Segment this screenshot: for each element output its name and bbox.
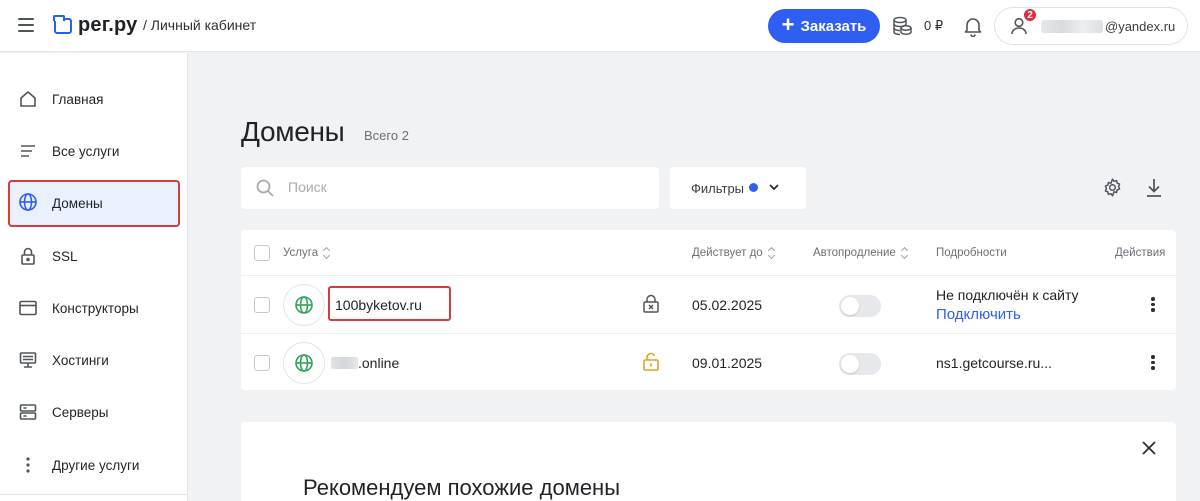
column-valid-until[interactable]: Действует до	[692, 247, 776, 259]
column-autorenew[interactable]: Автопродление	[813, 247, 909, 259]
notification-badge: 2	[1023, 8, 1037, 22]
top-header: рег.ру / Личный кабинет + Заказать 0 ₽ 2…	[0, 0, 1200, 52]
unlocked-icon[interactable]	[642, 352, 660, 372]
logo[interactable]: рег.ру	[53, 14, 138, 37]
chevron-down-icon	[769, 184, 779, 191]
column-label: Действия	[1115, 247, 1166, 259]
blurred-domain-prefix	[331, 357, 358, 369]
domain-avatar	[283, 284, 325, 326]
order-button-label: Заказать	[800, 17, 867, 35]
sidebar-item-other-services[interactable]: Другие услуги	[8, 443, 180, 487]
column-details: Подробности	[936, 247, 1007, 259]
account-email: @yandex.ru	[1105, 19, 1176, 34]
logo-text: рег.ру	[78, 14, 138, 36]
sidebar-item-label: Серверы	[52, 404, 109, 420]
home-icon	[20, 91, 36, 107]
row-checkbox[interactable]	[254, 297, 270, 313]
globe-icon	[19, 193, 37, 211]
close-icon[interactable]	[1142, 441, 1156, 455]
sidebar-item-home[interactable]: Главная	[8, 77, 180, 121]
globe-icon	[295, 354, 313, 372]
sidebar-item-label: Другие услуги	[52, 457, 140, 473]
logo-folder-icon	[53, 14, 72, 34]
sidebar-item-servers[interactable]: Серверы	[8, 390, 180, 434]
account-menu[interactable]: 2 @yandex.ru	[994, 7, 1188, 45]
bell-icon[interactable]	[962, 15, 984, 37]
sidebar-item-label: SSL	[52, 248, 78, 264]
valid-until-date: 05.02.2025	[692, 297, 763, 313]
sidebar: Главная Все услуги Домены SSL Конструкто…	[0, 53, 188, 501]
sidebar-item-label: Главная	[52, 91, 104, 107]
breadcrumb: / Личный кабинет	[143, 17, 257, 33]
order-button[interactable]: + Заказать	[768, 9, 880, 43]
recommendation-title: Рекомендуем похожие домены	[303, 475, 621, 500]
domains-count: Всего 2	[364, 128, 409, 143]
globe-icon	[295, 296, 313, 314]
balance-amount[interactable]: 0 ₽	[924, 18, 943, 34]
details-text: Не подключён к сайту	[936, 287, 1079, 303]
table-row[interactable]: .online 09.01.2025 ns1.getcourse.ru...	[241, 335, 1176, 392]
download-icon[interactable]	[1145, 177, 1163, 198]
domain-avatar	[283, 342, 325, 384]
page-title: Домены	[241, 116, 345, 147]
sidebar-item-ssl[interactable]: SSL	[8, 234, 180, 278]
domain-name[interactable]: .online	[358, 355, 399, 371]
menu-burger-icon[interactable]	[18, 18, 34, 32]
blurred-email-prefix	[1041, 20, 1103, 33]
sidebar-item-domains[interactable]: Домены	[8, 180, 180, 227]
column-service[interactable]: Услуга	[283, 247, 331, 259]
server-icon	[19, 404, 37, 420]
more-actions-icon[interactable]	[1149, 355, 1157, 371]
sidebar-item-label: Хостинги	[52, 352, 109, 368]
search-icon	[256, 179, 274, 197]
more-actions-icon[interactable]	[1149, 297, 1157, 313]
connect-link[interactable]: Подключить	[936, 306, 1021, 323]
sidebar-item-all-services[interactable]: Все услуги	[8, 129, 180, 173]
more-vertical-icon	[26, 457, 30, 473]
filters-dropdown[interactable]: Фильтры	[670, 167, 806, 209]
table-header: Услуга Действует до Автопродление Подроб…	[241, 230, 1176, 276]
list-icon	[21, 145, 35, 157]
sidebar-item-label: Домены	[52, 196, 103, 211]
column-label: Подробности	[936, 247, 1007, 259]
search-box[interactable]: Поиск	[241, 167, 659, 209]
autorenew-toggle[interactable]	[839, 353, 881, 375]
search-input[interactable]: Поиск	[288, 179, 327, 195]
domains-table: Услуга Действует до Автопродление Подроб…	[241, 230, 1176, 390]
row-checkbox[interactable]	[254, 355, 270, 371]
monitor-icon	[19, 352, 37, 368]
sidebar-item-label: Конструкторы	[52, 300, 139, 316]
sort-icon	[323, 247, 331, 259]
recommendation-panel: Рекомендуем похожие домены	[241, 422, 1176, 501]
column-label: Услуга	[283, 247, 319, 259]
sort-icon	[901, 247, 909, 259]
column-label: Автопродление	[813, 247, 896, 259]
highlight-box	[328, 286, 451, 321]
valid-until-date: 09.01.2025	[692, 355, 763, 371]
sort-icon	[768, 247, 776, 259]
lock-icon	[21, 247, 35, 265]
details-text: ns1.getcourse.ru...	[936, 355, 1052, 371]
sidebar-divider	[0, 494, 188, 495]
column-actions: Действия	[1115, 247, 1165, 259]
column-label: Действует до	[692, 247, 763, 259]
sidebar-item-builders[interactable]: Конструкторы	[8, 286, 180, 330]
gear-icon[interactable]	[1102, 177, 1123, 198]
filters-label: Фильтры	[691, 181, 745, 196]
plus-icon: +	[781, 12, 795, 37]
coins-icon[interactable]	[891, 15, 913, 37]
browser-window-icon	[19, 300, 37, 316]
autorenew-toggle[interactable]	[839, 295, 881, 317]
filter-active-dot	[749, 183, 758, 192]
select-all-checkbox[interactable]	[254, 245, 270, 261]
locked-icon[interactable]	[642, 294, 660, 314]
sidebar-item-label: Все услуги	[52, 143, 120, 159]
table-row[interactable]: 100byketov.ru 05.02.2025 Не подключён к …	[241, 277, 1176, 334]
sidebar-item-hosting[interactable]: Хостинги	[8, 338, 180, 382]
